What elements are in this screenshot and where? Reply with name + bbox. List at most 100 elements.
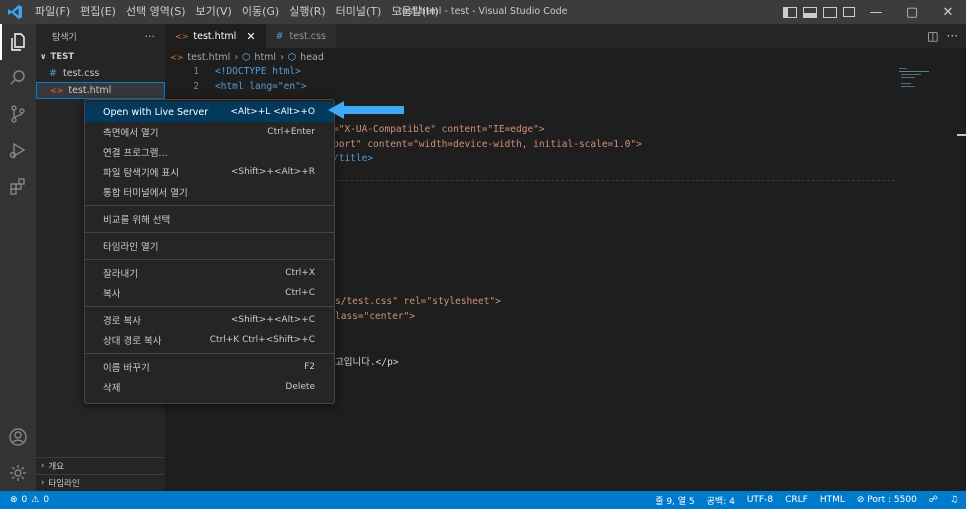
source-control-icon[interactable]	[0, 96, 36, 132]
tab-label: test.html	[193, 30, 237, 42]
context-menu-item[interactable]: Open with Live Server <Alt>+L <Alt>+O	[85, 102, 334, 122]
notifications-icon[interactable]: ♫	[950, 495, 958, 505]
menu-item-shortcut: <Shift>+<Alt>+C	[230, 315, 315, 325]
file-test-html[interactable]: <> test.html	[36, 82, 165, 99]
explorer-icon[interactable]	[0, 24, 36, 60]
settings-gear-icon[interactable]	[0, 455, 36, 491]
section-label: 개요	[48, 462, 65, 472]
menu-item[interactable]: 이동(G)	[237, 0, 284, 24]
css-file-icon: #	[275, 30, 284, 42]
file-test-css[interactable]: # test.css	[36, 65, 165, 82]
timeline-section[interactable]: › 타임라인	[36, 474, 165, 491]
split-editor-icon[interactable]: ◫	[927, 29, 938, 43]
problems-indicator[interactable]: ⊗ 0 ⚠ 0	[0, 495, 49, 505]
minimize-button[interactable]: —	[858, 0, 894, 24]
language-mode[interactable]: HTML	[820, 495, 845, 505]
context-menu-item[interactable]: 측면에서 열기 Ctrl+Enter	[85, 122, 334, 142]
toggle-secondary-sidebar-icon[interactable]	[823, 6, 837, 18]
menu-item[interactable]: 선택 영역(S)	[121, 0, 191, 24]
css-file-icon: #	[49, 68, 57, 79]
account-icon[interactable]	[0, 419, 36, 455]
menu-item[interactable]: 파일(F)	[30, 0, 75, 24]
more-actions-icon[interactable]: ···	[947, 29, 958, 43]
tab-test-css[interactable]: # test.css	[265, 24, 336, 48]
port-label: Port : 5500	[867, 495, 917, 505]
html-file-icon: <>	[175, 31, 189, 41]
breadcrumb-item[interactable]: test.html	[187, 52, 230, 63]
context-menu-item[interactable]: 복사 Ctrl+C	[85, 283, 334, 303]
editor-tabs: <> test.html ✕ # test.css ◫ ···	[165, 24, 966, 48]
menu-item-shortcut: <Shift>+<Alt>+R	[230, 167, 315, 177]
outline-section[interactable]: › 개요	[36, 457, 165, 474]
menu-item-label: 연결 프로그램...	[103, 148, 168, 159]
menu-item[interactable]: 보기(V)	[190, 0, 236, 24]
code-text: 고입니다.</p>	[335, 357, 399, 368]
code-fragment: lass="center">	[335, 311, 415, 326]
breadcrumb-item[interactable]: html	[254, 52, 276, 63]
context-menu: Open with Live Server <Alt>+L <Alt>+O 측면에서…	[84, 99, 335, 404]
code-fragment: s/test.css" rel="stylesheet">	[335, 296, 501, 311]
toggle-panel-icon[interactable]	[803, 6, 817, 18]
context-menu-item[interactable]: 이름 바꾸기 F2	[85, 357, 334, 377]
menu-item-shortcut: <Alt>+L <Alt>+O	[230, 107, 315, 117]
breadcrumb-item[interactable]: head	[300, 52, 324, 63]
more-actions-button[interactable]: ···	[145, 30, 156, 43]
menu-item[interactable]: 터미널(T)	[331, 0, 387, 24]
breadcrumb: <> test.html › ⬡ html › ⬡ head	[170, 49, 328, 66]
context-menu-item[interactable]: 삭제 Delete	[85, 377, 334, 397]
context-menu-item[interactable]: 상대 경로 복사 Ctrl+K Ctrl+<Shift>+C	[85, 330, 334, 350]
menu-item-shortcut: Ctrl+C	[285, 288, 315, 298]
minimap[interactable]	[895, 66, 950, 106]
context-menu-item[interactable]: 타임라인 열기	[85, 236, 334, 256]
menu-item-shortcut: Ctrl+K Ctrl+<Shift>+C	[209, 335, 315, 345]
context-menu-item[interactable]: 비교를 위해 선택	[85, 209, 334, 229]
end-of-line[interactable]: CRLF	[785, 495, 808, 505]
context-menu-item[interactable]: 경로 복사 <Shift>+<Alt>+C	[85, 310, 334, 330]
code-text: port" content="width=device-width, initi…	[333, 139, 642, 150]
context-menu-item[interactable]: 잘라내기 Ctrl+X	[85, 263, 334, 283]
close-tab-icon[interactable]: ✕	[246, 30, 255, 43]
code-fragment: /title>	[333, 153, 373, 168]
menu-item-label: 타임라인 열기	[103, 242, 159, 253]
encoding[interactable]: UTF-8	[747, 495, 773, 505]
customize-layout-icon[interactable]	[843, 7, 855, 17]
menu-item-label: 경로 복사	[103, 316, 141, 327]
menu-item[interactable]: 도움말(H)	[386, 0, 443, 24]
menu-separator	[85, 232, 334, 233]
menu-separator	[85, 259, 334, 260]
code-fragment: ="X-UA-Compatible" content="IE=edge">	[333, 124, 545, 139]
broadcast-icon: ⊘	[856, 495, 865, 505]
close-window-button[interactable]: ✕	[930, 0, 966, 24]
context-menu-item[interactable]: 연결 프로그램...	[85, 142, 334, 162]
search-icon[interactable]	[0, 60, 36, 96]
run-debug-icon[interactable]	[0, 132, 36, 168]
menu-item-label: 파일 탐색기에 표시	[103, 168, 179, 179]
warning-count: 0	[43, 495, 50, 505]
tab-test-html[interactable]: <> test.html ✕	[165, 24, 266, 48]
menu-item[interactable]: 편집(E)	[75, 0, 121, 24]
menu-item[interactable]: 실행(R)	[284, 0, 330, 24]
menu-item-label: 이름 바꾸기	[103, 363, 150, 374]
cursor-position[interactable]: 줄 9, 열 5	[655, 494, 694, 507]
title-bar: 파일(F) 편집(E) 선택 영역(S) 보기(V) 이동(G) 실행(R) 터미널(T) 도…	[0, 0, 966, 24]
menu-item-label: 상대 경로 복사	[103, 336, 162, 347]
context-menu-item[interactable]: 통합 터미널에서 열기	[85, 182, 334, 202]
extensions-icon[interactable]	[0, 168, 36, 204]
error-count: 0	[21, 495, 28, 505]
indentation[interactable]: 공백: 4	[707, 494, 735, 507]
toggle-sidebar-icon[interactable]	[783, 6, 797, 18]
chevron-right-icon: ›	[280, 52, 284, 63]
maximize-button[interactable]: ▢	[894, 0, 930, 24]
error-icon: ⊗	[10, 495, 18, 505]
html-file-icon: <>	[170, 53, 184, 62]
code-text: /title>	[333, 153, 374, 164]
chevron-down-icon: ∨	[40, 52, 47, 61]
menu-item-shortcut: Delete	[285, 382, 315, 392]
feedback-icon[interactable]: ☍	[929, 495, 938, 505]
code-line: 2 <html lang="en">	[165, 81, 306, 96]
file-label: test.html	[68, 85, 112, 96]
activity-bar	[0, 24, 36, 491]
context-menu-item[interactable]: 파일 탐색기에 표시 <Shift>+<Alt>+R	[85, 162, 334, 182]
live-server-status[interactable]: ⊘ Port : 5500	[857, 495, 917, 505]
folder-test[interactable]: ∨ TEST	[36, 48, 165, 65]
